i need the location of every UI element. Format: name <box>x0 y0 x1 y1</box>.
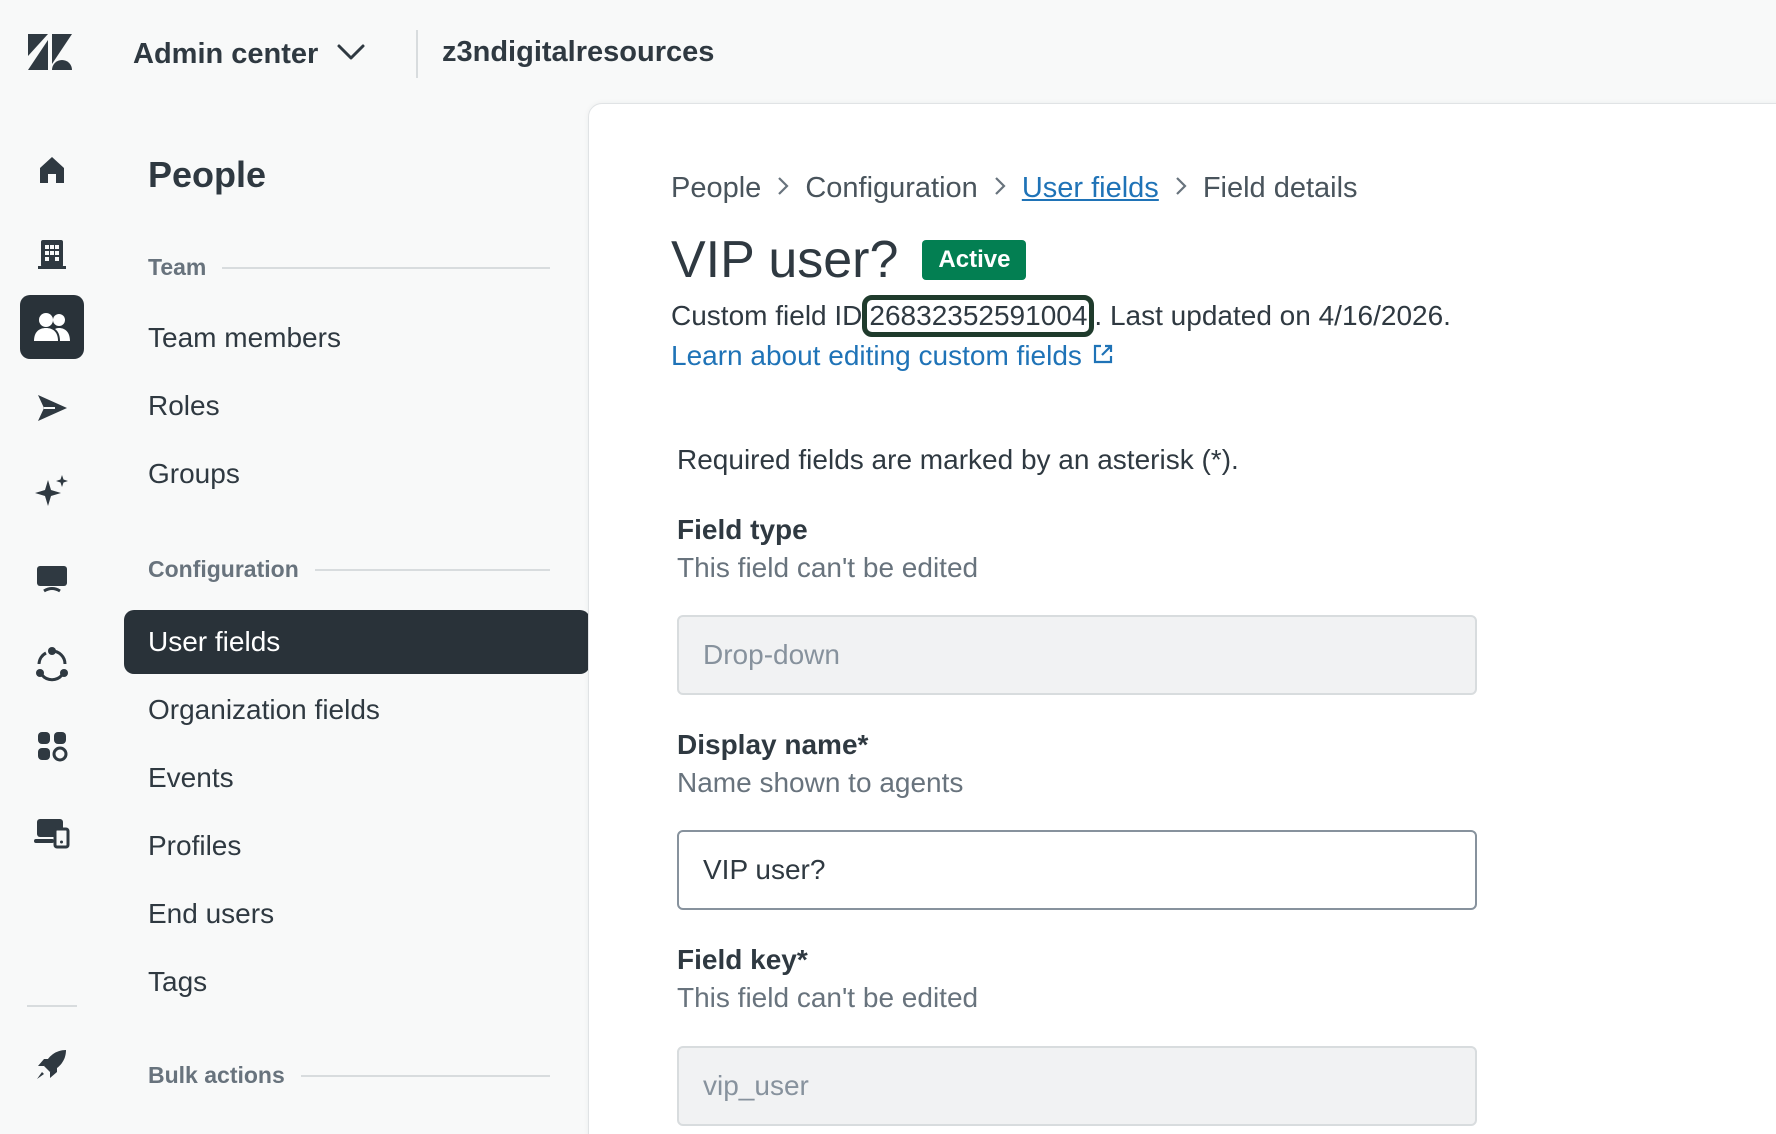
zendesk-logo-icon[interactable] <box>28 34 72 70</box>
page-title: VIP user? <box>671 231 899 289</box>
section-team-label: Team <box>148 254 207 280</box>
subdomain: z3ndigitalresources <box>442 36 715 68</box>
secondary-nav: People Team Team members Roles Groups Co… <box>106 104 590 1134</box>
objects-icon[interactable] <box>20 632 84 696</box>
field-key-input: vip_user <box>677 1046 1477 1126</box>
display-name-input[interactable]: VIP user? <box>677 830 1477 910</box>
nav-title: People <box>148 154 267 195</box>
apps-icon[interactable] <box>20 714 84 778</box>
learn-more-link[interactable]: Learn about editing custom fields <box>671 340 1114 372</box>
field-key-label: Field key* <box>677 944 808 975</box>
last-updated: . Last updated on 4/16/2026. <box>1094 300 1451 331</box>
top-bar: Admin center z3ndigitalresources <box>0 0 1776 104</box>
section-bulk-actions: Bulk actions <box>148 1062 550 1089</box>
breadcrumb-field-details: Field details <box>1202 172 1358 204</box>
chevron-right-icon <box>777 176 789 202</box>
field-id-label: Custom field ID <box>671 300 863 331</box>
field-meta: Custom field ID 26832352591004. Last upda… <box>671 295 1451 337</box>
app-name: Admin center <box>133 37 319 70</box>
field-key-hint: This field can't be edited <box>677 982 979 1013</box>
nav-item-organization-fields[interactable]: Organization fields <box>124 678 590 742</box>
breadcrumb: People Configuration User fields Field d… <box>671 172 1358 205</box>
nav-item-tags[interactable]: Tags <box>124 950 590 1014</box>
field-type-hint: This field can't be edited <box>677 552 979 583</box>
header-divider <box>416 30 418 78</box>
main-panel: People Configuration User fields Field d… <box>588 103 1776 1134</box>
icon-rail <box>0 104 106 1134</box>
nav-item-profiles[interactable]: Profiles <box>124 814 590 878</box>
building-icon[interactable] <box>20 222 84 286</box>
nav-item-team-members[interactable]: Team members <box>124 306 590 370</box>
nav-item-groups[interactable]: Groups <box>124 442 590 506</box>
chevron-right-icon <box>994 176 1006 202</box>
section-bulk-actions-label: Bulk actions <box>148 1062 285 1088</box>
sparkle-icon[interactable] <box>20 460 84 524</box>
field-type-label: Field type <box>677 514 808 545</box>
field-id-value: 26832352591004 <box>862 295 1095 337</box>
section-team: Team <box>148 254 550 281</box>
rocket-icon[interactable] <box>20 1032 84 1096</box>
home-icon[interactable] <box>20 138 84 202</box>
send-icon[interactable] <box>20 376 84 440</box>
people-icon[interactable] <box>20 295 84 359</box>
title-row: VIP user? Active <box>671 230 1027 290</box>
chevron-right-icon <box>1175 176 1187 202</box>
display-name-hint: Name shown to agents <box>677 767 964 798</box>
app-switcher[interactable]: Admin center <box>133 34 366 74</box>
section-configuration-label: Configuration <box>148 556 299 582</box>
status-badge: Active <box>922 240 1027 280</box>
display-name-label: Display name* <box>677 729 869 760</box>
nav-item-events[interactable]: Events <box>124 746 590 810</box>
nav-item-user-fields[interactable]: User fields <box>124 610 590 674</box>
workspace-icon[interactable] <box>20 546 84 610</box>
nav-item-end-users[interactable]: End users <box>124 882 590 946</box>
field-type-input: Drop-down <box>677 615 1477 695</box>
breadcrumb-people: People <box>671 172 762 204</box>
devices-icon[interactable] <box>20 800 84 864</box>
learn-more-label: Learn about editing custom fields <box>671 340 1082 371</box>
nav-item-roles[interactable]: Roles <box>124 374 590 438</box>
breadcrumb-user-fields-link[interactable]: User fields <box>1022 172 1159 205</box>
breadcrumb-configuration: Configuration <box>805 172 978 204</box>
external-link-icon <box>1092 340 1114 372</box>
rail-divider <box>27 1005 77 1007</box>
chevron-down-icon <box>336 43 366 66</box>
section-configuration: Configuration <box>148 556 550 583</box>
required-note: Required fields are marked by an asteris… <box>677 444 1239 475</box>
